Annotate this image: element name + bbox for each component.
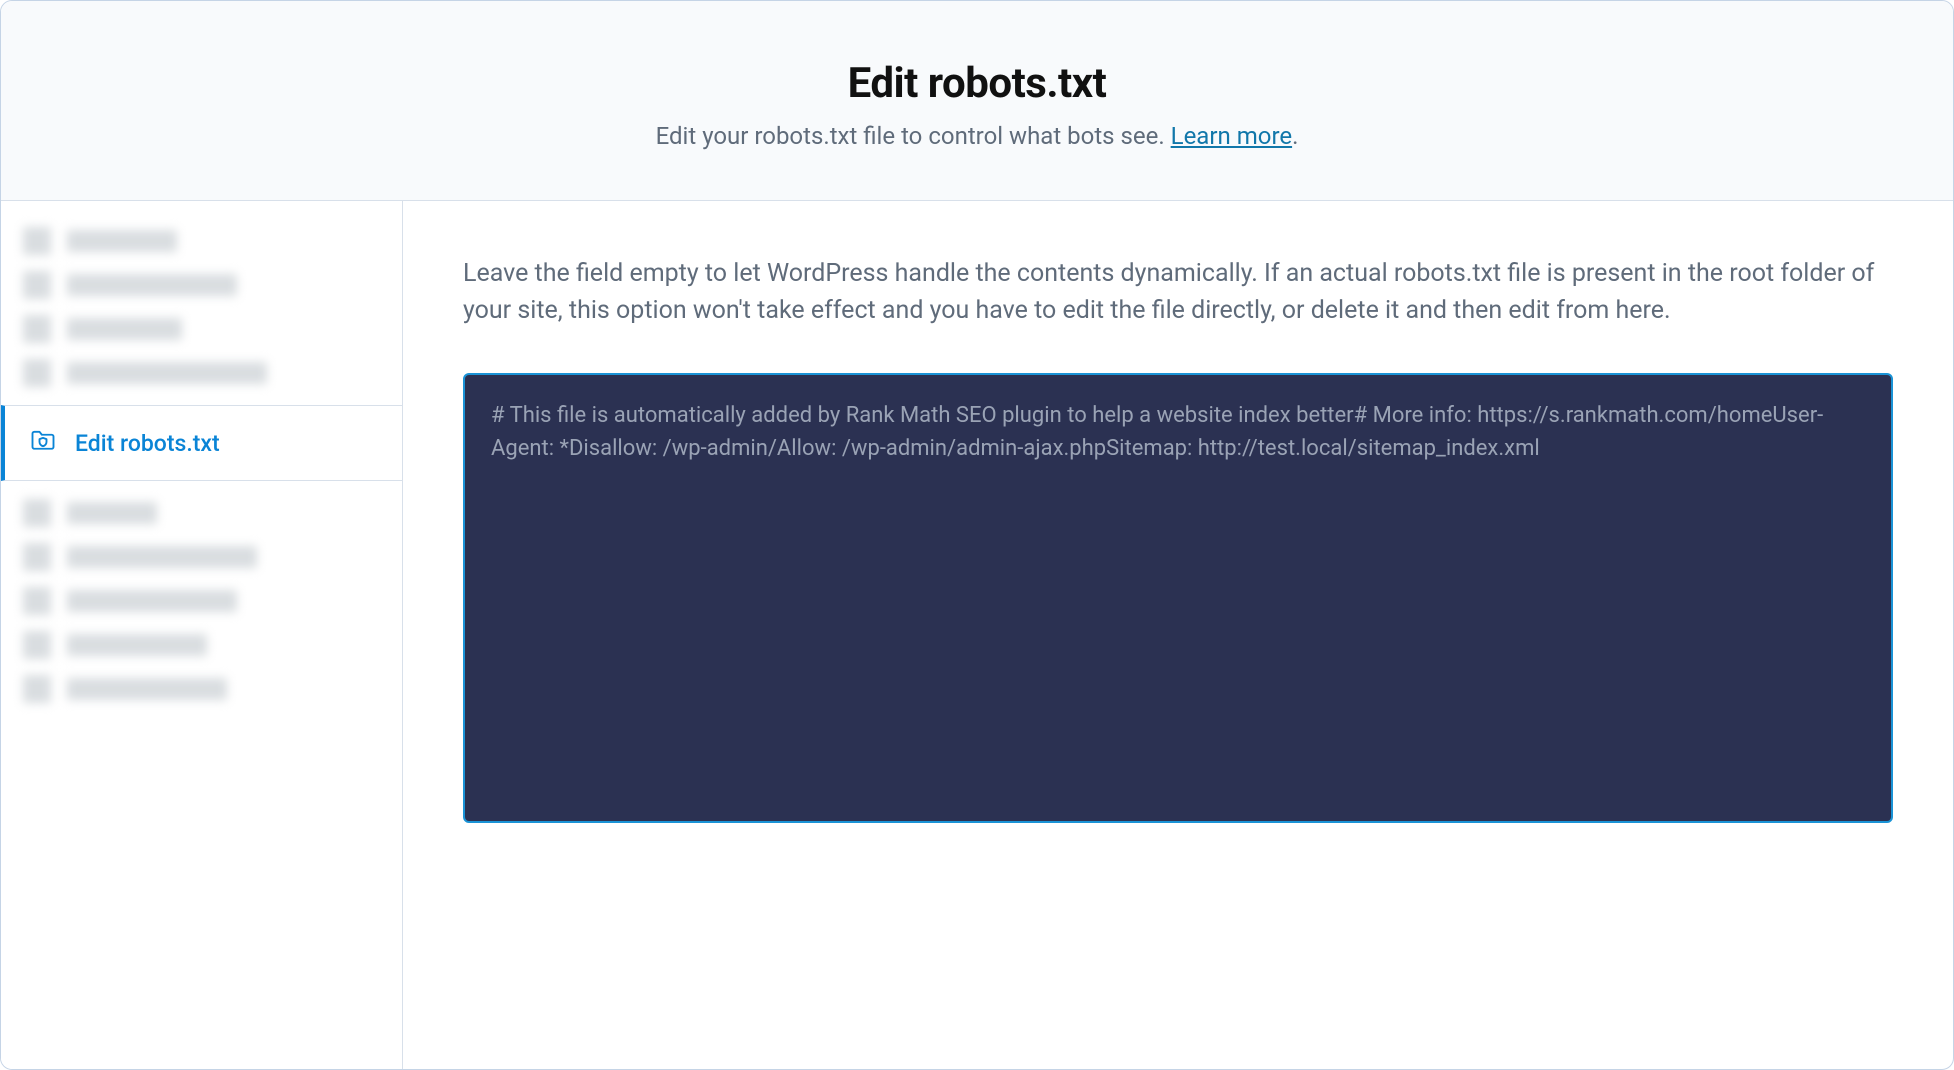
settings-panel: Edit robots.txt Edit your robots.txt fil… [0, 0, 1954, 1070]
main-content: Leave the field empty to let WordPress h… [403, 201, 1953, 1069]
sidebar-item-edit-robots[interactable]: Edit robots.txt [1, 405, 402, 481]
field-description: Leave the field empty to let WordPress h… [463, 255, 1893, 329]
page-title: Edit robots.txt [41, 59, 1913, 108]
learn-more-link[interactable]: Learn more [1171, 122, 1292, 150]
sidebar-item-label: Edit robots.txt [75, 430, 220, 457]
sidebar-items-blurred-top [1, 209, 402, 405]
sidebar-items-blurred-bottom [1, 481, 402, 721]
robots-txt-editor[interactable] [463, 373, 1893, 823]
page-header: Edit robots.txt Edit your robots.txt fil… [1, 1, 1953, 201]
sidebar: Edit robots.txt [1, 201, 403, 1069]
subtitle-text: Edit your robots.txt file to control wha… [656, 122, 1171, 150]
panel-body: Edit robots.txt Leave the field empty to… [1, 201, 1953, 1069]
subtitle-suffix: . [1292, 122, 1298, 150]
page-subtitle: Edit your robots.txt file to control wha… [41, 122, 1913, 150]
shield-folder-icon [29, 426, 57, 460]
